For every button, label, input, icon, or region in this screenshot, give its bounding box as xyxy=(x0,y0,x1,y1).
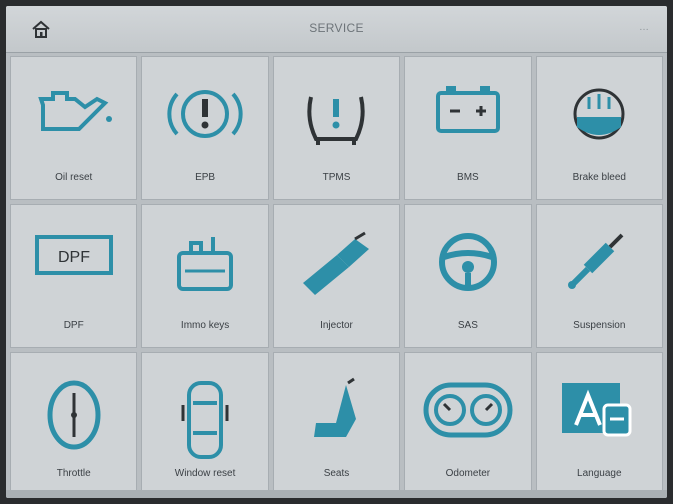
tile-label: Brake bleed xyxy=(572,172,626,183)
app-screen: SERVICE … Oil reset EPB TPMS BMS Brake b… xyxy=(6,6,667,498)
tile-brake-bleed[interactable]: Brake bleed xyxy=(535,56,663,200)
corner-indicator: … xyxy=(639,22,649,33)
top-bar: SERVICE … xyxy=(6,6,667,53)
tile-label: Immo keys xyxy=(180,320,230,331)
tile-label: SAS xyxy=(457,320,478,331)
tile-dpf[interactable]: DPF DPF xyxy=(10,204,138,348)
tile-immo-keys[interactable]: Immo keys xyxy=(141,204,269,348)
bottom-strip xyxy=(6,490,667,498)
tile-label: Seats xyxy=(323,468,350,479)
page-title: SERVICE xyxy=(309,21,364,35)
seat-icon xyxy=(314,377,357,437)
odometer-icon xyxy=(423,382,513,438)
tile-label: EPB xyxy=(195,172,216,183)
tile-label: Language xyxy=(577,468,622,479)
tile-label: Injector xyxy=(320,320,353,331)
car-top-view-icon xyxy=(181,381,229,459)
tile-label: DPF xyxy=(63,320,84,331)
tile-bms[interactable]: BMS xyxy=(404,56,532,200)
tile-seats[interactable]: Seats xyxy=(272,352,401,496)
tile-label: Oil reset xyxy=(55,172,93,183)
tile-label: BMS xyxy=(457,172,479,183)
tile-label: Odometer xyxy=(445,468,491,479)
language-icon xyxy=(562,383,632,437)
battery-icon xyxy=(435,86,500,133)
tile-label: Suspension xyxy=(573,320,626,331)
tile-suspension[interactable]: Suspension xyxy=(535,204,663,348)
brake-warning-icon xyxy=(167,90,243,138)
tile-odometer[interactable]: Odometer xyxy=(404,352,532,496)
brake-bleed-icon xyxy=(573,88,625,140)
immobilizer-icon xyxy=(177,237,234,291)
tile-injector[interactable]: Injector xyxy=(272,204,401,348)
injector-icon xyxy=(303,231,370,295)
steering-wheel-icon xyxy=(438,233,497,291)
service-grid: Oil reset EPB TPMS BMS Brake bleed DPF D… xyxy=(6,56,667,496)
tile-epb[interactable]: EPB xyxy=(141,56,269,200)
oil-can-icon xyxy=(37,91,112,131)
tile-oil-reset[interactable]: Oil reset xyxy=(10,56,138,200)
tile-label: TPMS xyxy=(322,172,351,183)
dpf-icon: DPF xyxy=(34,235,113,275)
svg-text:DPF: DPF xyxy=(58,249,90,266)
tile-sas[interactable]: SAS xyxy=(404,204,532,348)
tire-pressure-icon xyxy=(307,96,366,145)
suspension-icon xyxy=(568,233,624,289)
tile-label: Throttle xyxy=(56,468,91,479)
tile-label: Window reset xyxy=(174,468,236,479)
tile-tpms[interactable]: TPMS xyxy=(272,56,401,200)
tile-throttle[interactable]: Throttle xyxy=(10,352,138,496)
throttle-icon xyxy=(47,380,101,450)
tile-window-reset[interactable]: Window reset xyxy=(141,352,269,496)
tile-language[interactable]: Language xyxy=(535,352,663,496)
